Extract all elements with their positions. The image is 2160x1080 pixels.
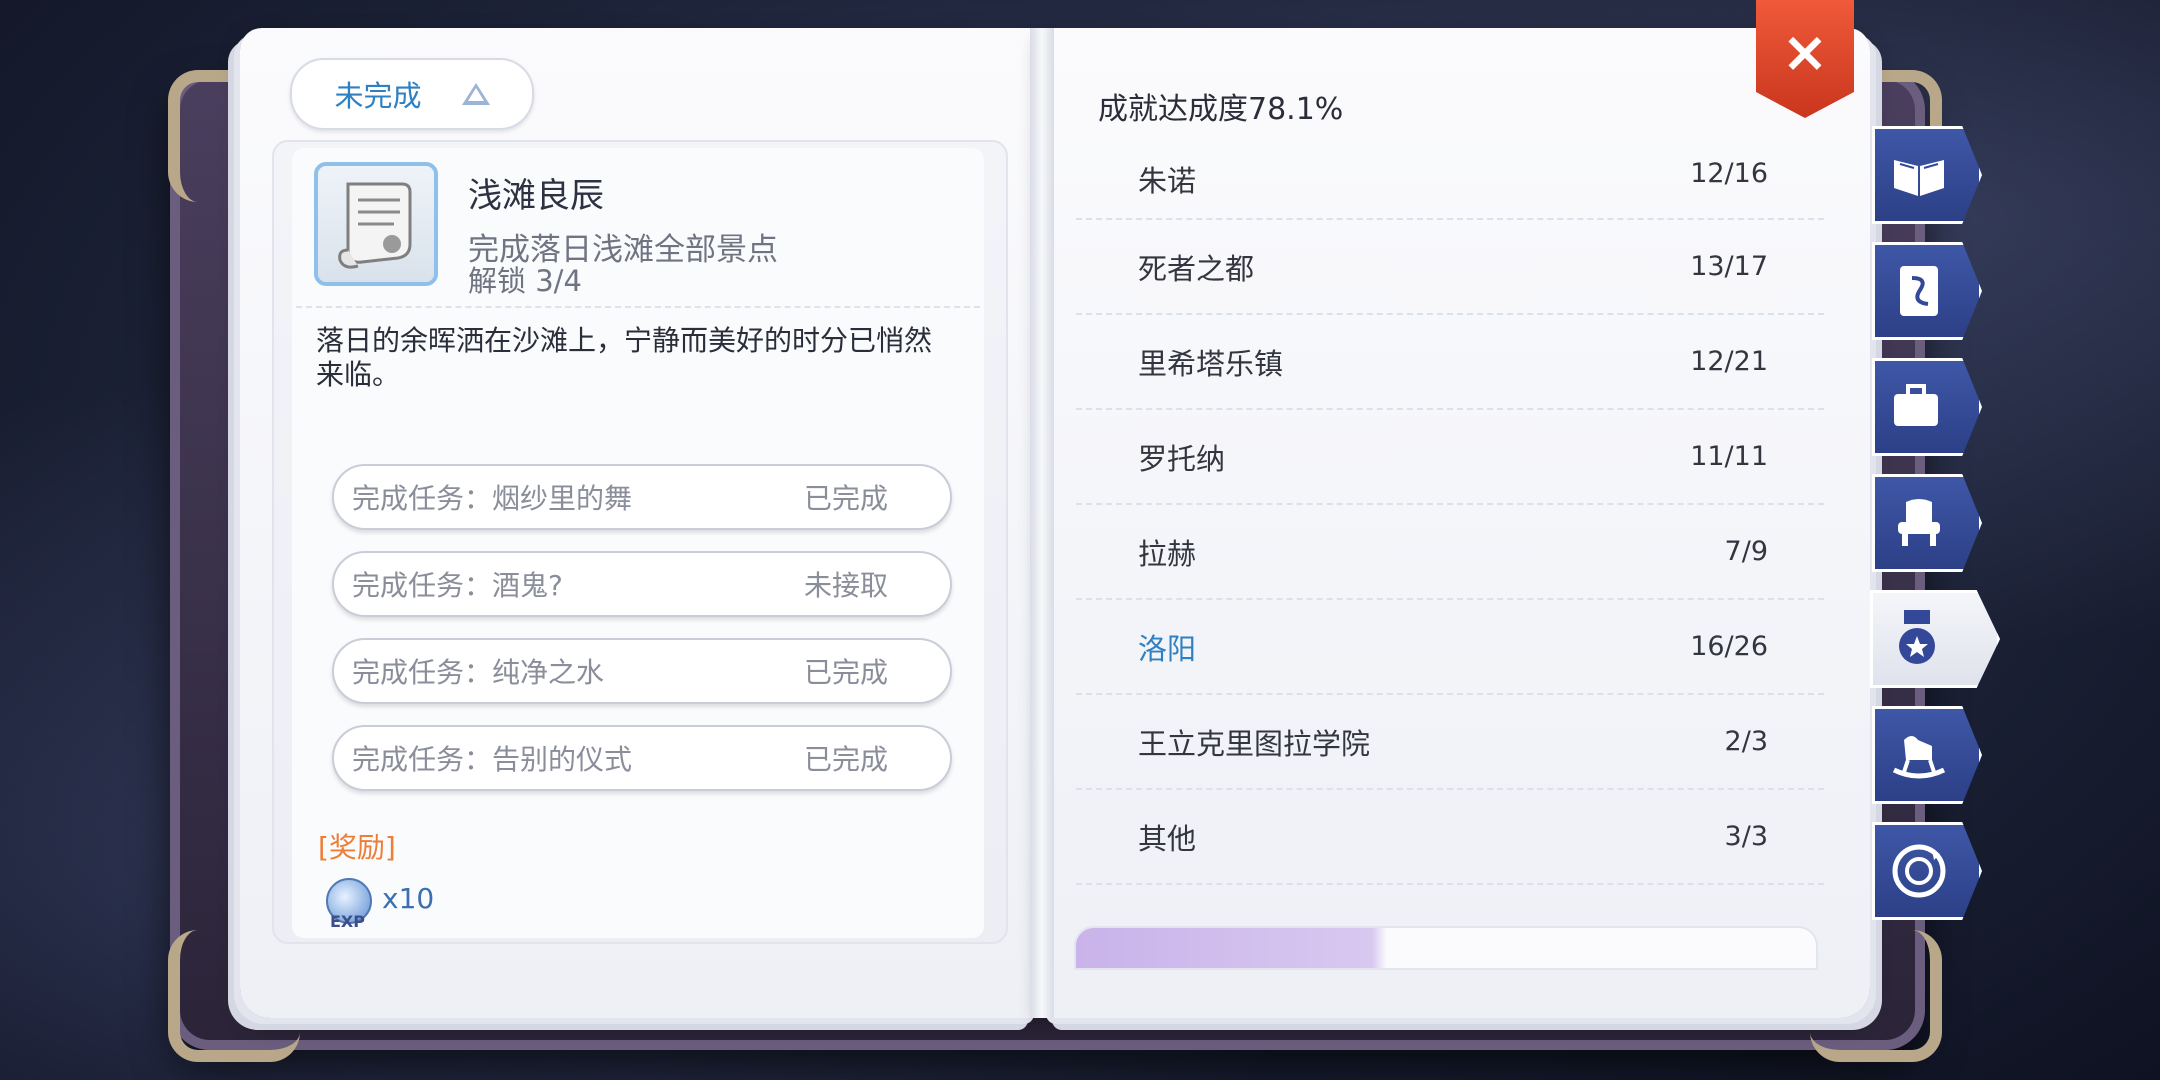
category-header-strip [1074, 926, 1818, 970]
area-count: 12/21 [1690, 346, 1768, 377]
tab-toys[interactable] [1872, 706, 1982, 804]
task-status: 已完成 [803, 482, 888, 515]
triangle-up-icon [461, 83, 490, 105]
tab-book[interactable] [1872, 126, 1982, 224]
area-count: 2/3 [1724, 726, 1768, 757]
area-name: 罗托纳 [1138, 441, 1226, 476]
achievement-unlock-progress: 解锁 3/4 [468, 264, 582, 298]
overall-progress: 成就达成度78.1% [1098, 92, 1344, 127]
area-name: 拉赫 [1138, 536, 1197, 571]
tab-cards[interactable] [1872, 242, 1982, 340]
area-name: 里希塔乐镇 [1138, 346, 1284, 381]
rocking-horse-icon [1892, 736, 1946, 779]
briefcase-heart-icon [1894, 384, 1938, 426]
area-row-luoyang[interactable]: 洛阳 16/26 [1076, 600, 1824, 695]
task-row: 完成任务：告别的仪式 已完成 [332, 725, 952, 791]
reward-quantity: x10 [382, 882, 435, 915]
close-icon: × [1781, 19, 1829, 85]
area-name: 其他 [1138, 821, 1197, 856]
area-row-niflheim[interactable]: 死者之都 13/17 [1076, 220, 1824, 315]
area-count: 3/3 [1724, 821, 1768, 852]
tab-achievements[interactable] [1870, 590, 2000, 688]
area-name: 王立克里图拉学院 [1138, 726, 1371, 761]
area-count: 13/17 [1690, 251, 1768, 282]
book-spine [1030, 28, 1054, 1018]
task-name: 完成任务：酒鬼? [352, 569, 563, 602]
tab-briefcase[interactable] [1872, 358, 1982, 456]
filter-dropdown[interactable]: 未完成 [290, 58, 534, 130]
reward-label: [奖励] [318, 831, 396, 864]
task-status: 未接取 [803, 569, 888, 602]
exp-icon-text: EXP [330, 912, 365, 931]
area-row-academy[interactable]: 王立克里图拉学院 2/3 [1076, 695, 1824, 790]
open-book-icon [1894, 160, 1944, 196]
area-count: 11/11 [1690, 441, 1768, 472]
filter-label: 未完成 [334, 79, 422, 113]
task-name: 完成任务：烟纱里的舞 [352, 482, 633, 515]
area-name: 朱诺 [1138, 164, 1197, 198]
armchair-icon [1898, 499, 1940, 546]
area-name: 死者之都 [1138, 251, 1255, 286]
area-row-juno[interactable]: 朱诺 12/16 [1076, 158, 1824, 220]
area-count: 16/26 [1690, 631, 1768, 662]
area-row-rachel[interactable]: 拉赫 7/9 [1076, 505, 1824, 600]
area-count: 12/16 [1690, 158, 1768, 189]
area-list: 朱诺 12/16 死者之都 13/17 里希塔乐镇 12/21 罗托纳 11/1… [1076, 158, 1824, 885]
tab-furniture[interactable] [1872, 474, 1982, 572]
task-status: 已完成 [803, 743, 888, 776]
task-status: 已完成 [803, 656, 888, 689]
tab-cycle[interactable] [1872, 822, 1982, 920]
area-row-lighthalzen[interactable]: 里希塔乐镇 12/21 [1076, 315, 1824, 410]
task-row: 完成任务：烟纱里的舞 已完成 [332, 464, 952, 530]
medal-icon [1899, 610, 1935, 664]
scroll-icon [314, 162, 438, 286]
task-row: 完成任务：纯净之水 已完成 [332, 638, 952, 704]
area-row-other[interactable]: 其他 3/3 [1076, 790, 1824, 885]
divider [296, 306, 980, 308]
area-count: 7/9 [1724, 536, 1768, 567]
circular-arrows-icon [1892, 844, 1946, 898]
area-name: 洛阳 [1138, 631, 1197, 666]
achievement-flavor-text: 落日的余晖洒在沙滩上，宁静而美好的时分已悄然来临。 [316, 324, 933, 391]
area-row-rotona[interactable]: 罗托纳 11/11 [1076, 410, 1824, 505]
task-row: 完成任务：酒鬼? 未接取 [332, 551, 952, 617]
task-name: 完成任务：告别的仪式 [352, 743, 633, 776]
task-name: 完成任务：纯净之水 [352, 656, 605, 689]
card-icon [1900, 266, 1938, 316]
achievement-title: 浅滩良辰 [468, 176, 604, 216]
